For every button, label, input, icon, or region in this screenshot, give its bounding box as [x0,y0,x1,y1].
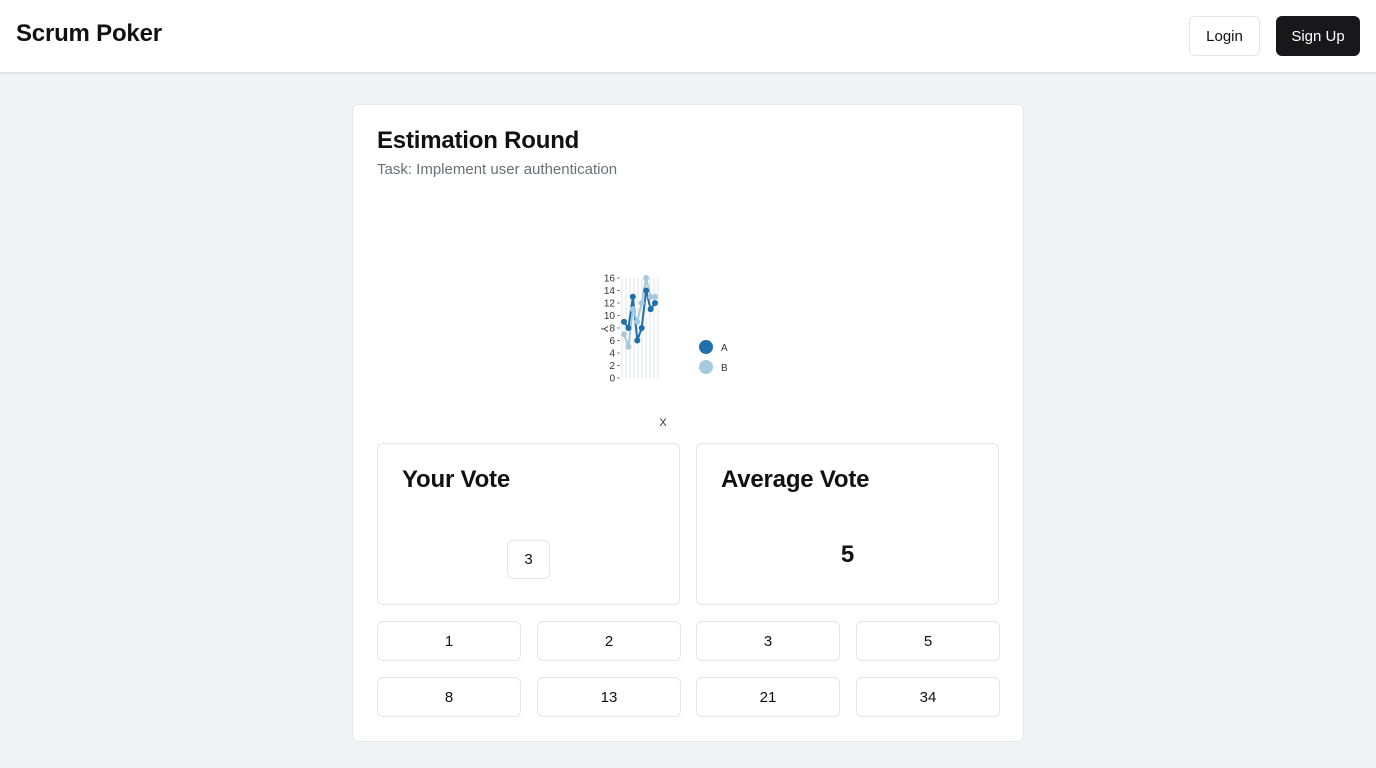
vote-option-button[interactable]: 1 [377,621,521,661]
chart-legend-label: A [721,343,728,354]
login-button[interactable]: Login [1189,16,1260,56]
chart-y-tick-label: 2 [609,361,615,372]
chart-data-point [621,331,627,338]
round-title: Estimation Round [377,127,580,154]
brand-logo[interactable]: Scrum Poker [16,20,162,48]
vote-option-button[interactable]: 8 [377,677,521,717]
vote-option-button[interactable]: 5 [856,621,1000,661]
chart-legend-label: B [721,363,728,374]
vote-option-button[interactable]: 3 [696,621,840,661]
your-vote-value: 3 [507,540,550,579]
chart-y-axis-label: Y [598,326,609,333]
chart-data-point [638,300,645,306]
chart-data-point [652,293,658,300]
chart-data-point [643,275,650,281]
chart-y-tick-label: 0 [609,374,615,385]
chart-data-point [634,337,641,344]
top-navbar: Scrum Poker Login Sign Up [0,0,1376,72]
average-vote-title: Average Vote [721,466,870,493]
vote-option-button[interactable]: 2 [537,621,681,661]
estimation-round-card: Estimation Round Task: Implement user au… [352,104,1024,742]
chart-legend-marker [699,340,713,354]
chart-y-tick-label: 12 [604,299,616,310]
your-vote-title: Your Vote [402,466,510,493]
chart-data-point [647,306,654,313]
task-description: Task: Implement user authentication [377,161,618,178]
chart-y-tick-label: 6 [609,336,615,347]
average-vote-panel: Average Vote 5 [696,443,999,605]
votes-chart: 0 24 68 1012 1416 AB Y X [598,274,728,430]
chart-data-point [638,325,645,331]
chart-data-point [629,306,636,313]
vote-option-button[interactable]: 21 [696,677,840,717]
chart-y-tick-label: 10 [604,311,616,322]
chart-y-tick-label: 8 [609,324,615,335]
chart-data-point [634,318,641,325]
chart-data-point [629,293,636,300]
chart-y-tick-label: 4 [609,349,615,360]
vote-option-button[interactable]: 34 [856,677,1000,717]
chart-legend-marker [699,360,713,374]
chart-data-point [625,325,632,331]
chart-x-axis-label: X [659,417,667,429]
chart-y-tick-label: 16 [604,274,616,285]
signup-button[interactable]: Sign Up [1276,16,1360,56]
chart-y-tick-label: 14 [604,286,616,297]
your-vote-panel: Your Vote 3 [377,443,680,605]
chart-data-point [621,318,627,325]
chart-data-point [652,300,658,306]
vote-option-button[interactable]: 13 [537,677,681,717]
chart-data-point [625,343,632,350]
average-vote-value: 5 [840,541,855,568]
chart-data-point [643,287,650,294]
